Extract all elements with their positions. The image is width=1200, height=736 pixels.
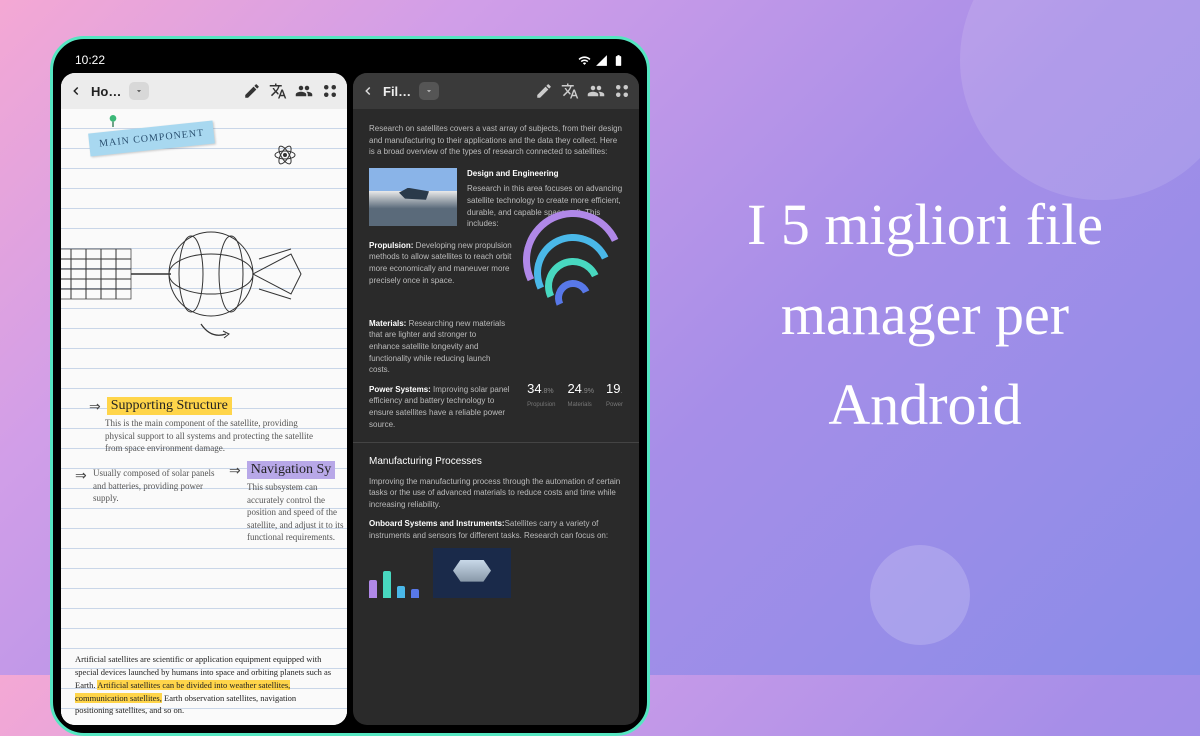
dark-document[interactable]: Research on satellites covers a vast arr… — [353, 109, 639, 725]
bg-decor-circle — [870, 545, 970, 645]
translate-icon[interactable] — [269, 82, 287, 100]
pin-icon — [105, 113, 121, 129]
title-dropdown[interactable] — [129, 82, 149, 100]
power-block: Power Systems: Improving solar panel eff… — [369, 384, 517, 430]
left-title: Ho… — [91, 84, 121, 99]
title-dropdown[interactable] — [419, 82, 439, 100]
section-arrow-panels: ⇒ — [75, 467, 87, 484]
bar-chart — [369, 568, 419, 598]
body-paragraph: Artificial satellites are scientific or … — [75, 653, 333, 717]
arrow-icon: ⇒ — [89, 398, 101, 415]
apps-icon[interactable] — [613, 82, 631, 100]
wifi-icon — [578, 54, 591, 67]
tablet-frame: 10:22 Ho… MAIN COMPONENT — [50, 36, 650, 736]
arrow-icon: ⇒ — [75, 467, 87, 484]
battery-icon — [612, 54, 625, 67]
apps-icon[interactable] — [321, 82, 339, 100]
stat-item: 24.9% Materials — [567, 380, 594, 410]
divider — [353, 442, 639, 443]
intro-text: Research on satellites covers a vast arr… — [369, 123, 623, 158]
back-button[interactable] — [361, 84, 375, 98]
station-image — [433, 548, 511, 598]
right-pane: Fil… Research on satellites covers a vas… — [353, 73, 639, 725]
heading-highlight: Navigation Sy — [247, 461, 336, 479]
atom-icon — [273, 143, 297, 167]
right-toolbar: Fil… — [353, 73, 639, 109]
highlight-icon[interactable] — [535, 82, 553, 100]
notebook-page[interactable]: MAIN COMPONENT — [61, 109, 347, 725]
handwritten-text: This is the main component of the satell… — [105, 417, 325, 455]
left-pane: Ho… MAIN COMPONENT — [61, 73, 347, 725]
stats-row: 34.8% Propulsion 24.9% Materials 19. Pow… — [527, 380, 623, 410]
arc-chart — [523, 240, 623, 310]
section-heading-navigation: ⇒ Navigation Sy — [229, 461, 335, 479]
arrow-icon: ⇒ — [229, 462, 241, 479]
bg-decor-circle — [960, 0, 1200, 200]
handwritten-text: Usually composed of solar panels and bat… — [93, 467, 223, 505]
share-icon[interactable] — [295, 82, 313, 100]
highlight-icon[interactable] — [243, 82, 261, 100]
left-toolbar: Ho… — [61, 73, 347, 109]
right-title: Fil… — [383, 84, 411, 99]
stat-item: 19. Power — [606, 380, 623, 410]
status-bar: 10:22 — [61, 47, 639, 73]
stat-item: 34.8% Propulsion — [527, 380, 555, 410]
manufacturing-heading: Manufacturing Processes — [369, 455, 623, 470]
onboard-text: Onboard Systems and Instruments:Satellit… — [369, 518, 623, 541]
satellite-sketch — [61, 179, 347, 379]
status-time: 10:22 — [75, 53, 105, 67]
satellite-image — [369, 168, 457, 226]
section-heading-supporting: ⇒ Supporting Structure — [89, 397, 232, 415]
heading-highlight: Supporting Structure — [107, 397, 232, 415]
translate-icon[interactable] — [561, 82, 579, 100]
handwritten-text: This subsystem can accurately control th… — [247, 481, 347, 544]
materials-block: Materials: Researching new materials tha… — [369, 318, 509, 376]
design-heading: Design and Engineering — [467, 168, 623, 180]
status-icons — [578, 54, 625, 67]
back-button[interactable] — [69, 84, 83, 98]
propulsion-block: Propulsion: Developing new propulsion me… — [369, 240, 513, 310]
share-icon[interactable] — [587, 82, 605, 100]
manufacturing-text: Improving the manufacturing process thro… — [369, 476, 623, 511]
signal-icon — [595, 54, 608, 67]
headline-text: I 5 migliori file manager per Android — [710, 180, 1140, 450]
